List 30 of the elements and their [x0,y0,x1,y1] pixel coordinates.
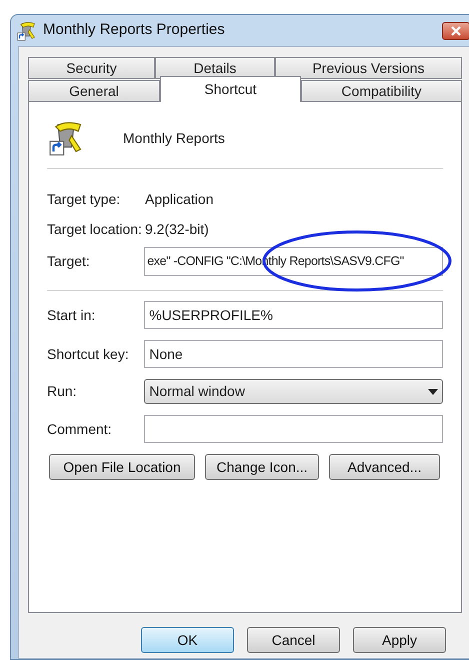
field-label: Comment: [47,420,113,438]
run-dropdown[interactable]: Normal window [144,379,443,404]
field-label: Start in: [47,306,96,324]
button[interactable]: Cancel [247,627,340,653]
field-label: Target: [47,252,91,271]
button[interactable]: Open File Location [49,454,195,480]
field-label: Shortcut key: [47,344,130,364]
tab[interactable]: General [28,80,160,102]
text-field[interactable]: %USERPROFILE% [144,301,443,329]
window-title: Monthly Reports Properties [43,20,225,40]
button[interactable]: Change Icon... [205,454,319,480]
button[interactable]: Apply [353,627,446,653]
tab[interactable]: Previous Versions [275,57,462,79]
close-button[interactable] [442,22,469,40]
field-label: Target type: [47,190,122,209]
dropdown-arrow-icon [428,388,438,394]
app-icon [17,20,37,40]
tab[interactable]: Shortcut [160,76,301,102]
text-field[interactable] [144,415,443,443]
button[interactable]: OK [141,627,234,653]
field-value: Application [145,190,214,209]
field-value: 9.2(32-bit) [145,220,209,239]
close-icon [451,26,461,36]
tab[interactable]: Compatibility [301,80,462,102]
button[interactable]: Advanced... [329,454,440,480]
text-field[interactable]: None [144,340,443,368]
field-label: Run: [47,382,78,401]
field-label: Target location: [47,220,143,239]
tab[interactable]: Security [28,57,155,79]
shortcut-name: Monthly Reports [123,128,225,148]
